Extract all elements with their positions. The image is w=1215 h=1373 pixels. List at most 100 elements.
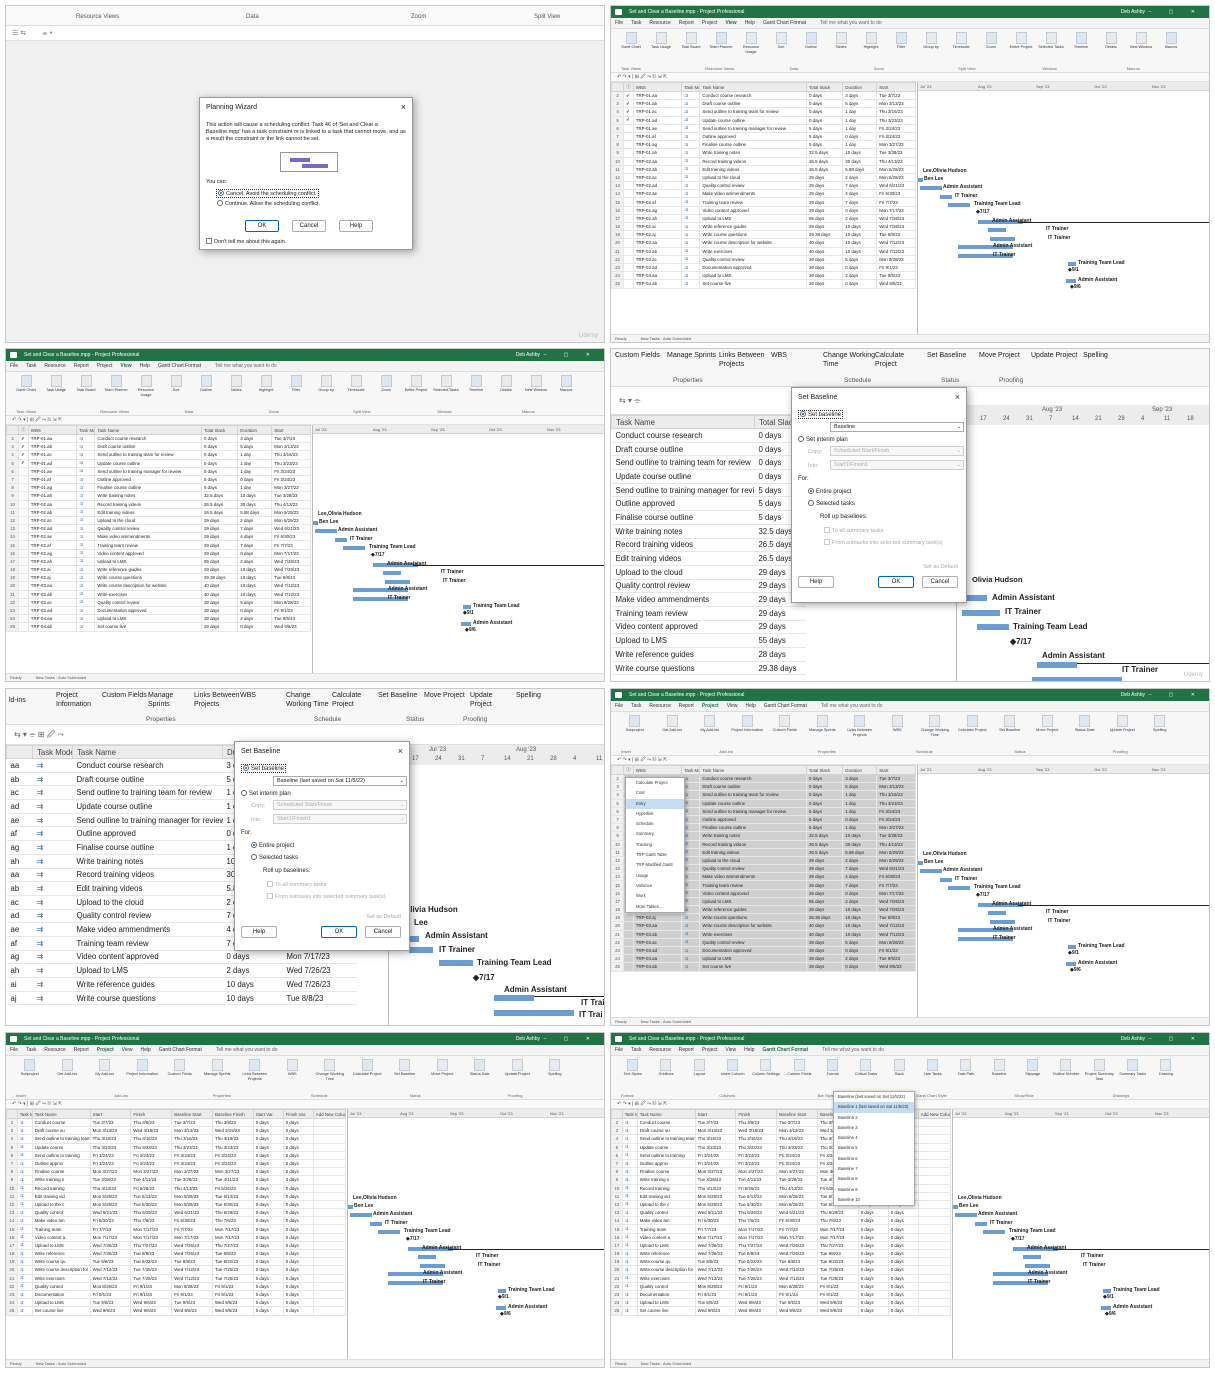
wbs-suffix[interactable]: ah bbox=[6, 854, 33, 869]
row-number[interactable]: 12 bbox=[6, 1199, 18, 1210]
task-name-cell[interactable]: Training team review bbox=[94, 540, 202, 550]
slack-cell[interactable]: 26.5 days bbox=[805, 156, 844, 166]
task-name-cell[interactable]: Update course outline bbox=[611, 469, 755, 484]
cell-bf[interactable]: Thu 7/6/23 bbox=[211, 1216, 254, 1226]
start-cell[interactable]: Mon 3/27/23 bbox=[876, 823, 916, 833]
to-all-summary-checkbox[interactable]: To all summary tasks bbox=[824, 527, 883, 534]
duration-cell[interactable]: 1 day bbox=[842, 798, 878, 808]
start-cell[interactable]: Thu 3/16/23 bbox=[876, 790, 916, 800]
column-header[interactable]: Baseline Start bbox=[171, 1109, 213, 1119]
task-name-cell[interactable]: Write course description for website bbox=[699, 238, 807, 248]
cell-sv[interactable]: 0 days bbox=[857, 1216, 889, 1226]
row-number[interactable]: 11 bbox=[611, 1191, 623, 1201]
ribbon-button-timeline[interactable]: Timeline bbox=[462, 375, 490, 405]
table-row[interactable]: 24 TRP-04.aa ⇉ Upload to LMS 28 days 2 days Tu… bbox=[611, 271, 916, 281]
filter-icon[interactable]: ⌯ ▾ bbox=[42, 30, 53, 37]
slack-cell[interactable]: 29 days bbox=[805, 864, 844, 874]
slack-cell[interactable]: 28 days bbox=[200, 614, 239, 624]
task-name-cell[interactable]: Write exercises bbox=[699, 246, 807, 256]
tab-view[interactable]: View bbox=[118, 1045, 137, 1055]
start-cell[interactable]: Mon 3/13/23 bbox=[271, 442, 311, 452]
task-name-cell[interactable]: Write training notes bbox=[699, 148, 807, 158]
row-number[interactable]: 23 bbox=[611, 262, 625, 273]
cell-start[interactable]: Mon 5/29/23 bbox=[89, 1199, 132, 1210]
ribbon-button-calculate-project[interactable]: Calculate Project bbox=[350, 1059, 386, 1089]
column-header[interactable]: Total Slack bbox=[200, 425, 239, 435]
tab-gantt-chart-format[interactable]: Gantt Chart Format bbox=[759, 18, 810, 28]
baseline-select[interactable]: Baseline ⌄ bbox=[830, 422, 964, 432]
table-row[interactable]: 2✓TRP-01.aa⇉Conduct course research0 day… bbox=[611, 90, 916, 101]
tables-menu-item[interactable]: Cost bbox=[626, 788, 684, 798]
cell-finish[interactable]: Wed 9/6/23 bbox=[735, 1306, 778, 1316]
column-header[interactable]: Task Name bbox=[636, 1109, 696, 1119]
task-name-cell[interactable]: Quality control review bbox=[699, 181, 807, 191]
slack-cell[interactable]: 5 days bbox=[805, 814, 844, 825]
wbs-cell[interactable]: TRP-02.aa bbox=[27, 499, 78, 509]
cell-start[interactable]: Mon 8/28/23 bbox=[89, 1281, 132, 1291]
cell-bs[interactable]: Fri 3/24/23 bbox=[171, 1150, 213, 1160]
start-cell[interactable]: Mon 5/29/23 bbox=[271, 515, 311, 526]
task-name-cell[interactable]: Make video ammendments bbox=[611, 592, 755, 607]
row-number[interactable]: 18 bbox=[611, 1248, 623, 1259]
cell-start[interactable]: Thu 4/13/23 bbox=[89, 1183, 132, 1193]
table-row[interactable]: 12TRP-02.ac⇉Upload to the cloud29 days2 … bbox=[611, 172, 916, 183]
start-cell[interactable]: Tue 3/7/23 bbox=[876, 90, 916, 101]
cell-finish[interactable]: Thu 3/16/23 bbox=[130, 1134, 173, 1144]
task-name-cell[interactable]: Record training videos bbox=[94, 499, 202, 509]
task-name-cell[interactable]: Upload to LMS bbox=[611, 633, 755, 648]
cell-start[interactable]: Wed 7/26/23 bbox=[694, 1240, 737, 1251]
wbs-cell[interactable]: TRP-04.ab bbox=[27, 622, 78, 632]
task-name-cell[interactable]: Record training videos bbox=[699, 156, 807, 166]
row-number[interactable]: 13 bbox=[611, 864, 625, 874]
start-cell[interactable]: Wed 7/26/23 bbox=[876, 213, 916, 224]
column-header[interactable]: Total Slack bbox=[805, 765, 844, 775]
wbs-cell[interactable]: TRP-02.ai bbox=[27, 564, 78, 575]
task-name-cell[interactable]: Upload to LMS bbox=[699, 213, 807, 224]
row-number[interactable]: 12 bbox=[6, 515, 20, 526]
task-name-cell[interactable]: Send outline to training team for review bbox=[699, 107, 807, 117]
cell-name[interactable]: Record training bbox=[636, 1183, 696, 1193]
table-row[interactable]: 13 ⇉ Quality control Wed 6/21/23 Thu 6/29/23… bbox=[611, 1208, 952, 1218]
ribbon-button-set-baseline[interactable]: Set Baseline bbox=[992, 715, 1028, 745]
task-name-cell[interactable]: Video content approved bbox=[699, 888, 807, 898]
table-row[interactable]: 24 TRP-04.aa ⇉ Upload to LMS 28 days 2 days Tu… bbox=[611, 954, 916, 964]
slack-cell[interactable]: 0 days bbox=[200, 442, 239, 452]
row-number[interactable]: 6 bbox=[611, 123, 625, 133]
slack-cell[interactable]: 40 days bbox=[805, 238, 844, 248]
cell-bf[interactable]: Thu 6/29/23 bbox=[816, 1208, 859, 1218]
duration-cell[interactable]: 3 days bbox=[842, 773, 878, 784]
ribbon-button-custom-fields[interactable]: Custom Fields bbox=[102, 691, 148, 700]
cell-bf[interactable]: Fri 3/24/23 bbox=[211, 1158, 254, 1169]
wbs-suffix[interactable]: ag bbox=[6, 840, 33, 855]
ribbon-button-format[interactable]: Format bbox=[817, 1059, 848, 1089]
cell-bf[interactable]: Fri 9/1/23 bbox=[211, 1281, 254, 1291]
task-name-cell[interactable]: Make video ammendments bbox=[699, 872, 807, 882]
start-cell[interactable]: Fri 9/1/23 bbox=[876, 262, 916, 273]
baseline-menu-item[interactable]: Baseline (last saved on Sat 11/5/22) bbox=[834, 1092, 914, 1102]
task-name-cell[interactable]: Set course live bbox=[94, 622, 202, 632]
wbs-cell[interactable]: TRP-03.ac bbox=[632, 937, 683, 947]
table-row[interactable]: 15 ⇉ Training team Fri 7/7/23 Mon 7/17/23 Fri… bbox=[611, 1224, 952, 1234]
tab-file[interactable]: File bbox=[611, 18, 627, 28]
cell-finish[interactable]: Tue 8/8/23 bbox=[735, 1248, 778, 1259]
start-cell[interactable]: Mon 7/17/23 bbox=[876, 205, 916, 215]
task-name-cell[interactable]: Send outline to training team for review bbox=[699, 790, 807, 800]
cell-sv[interactable]: 0 days bbox=[857, 1257, 889, 1267]
row-number[interactable]: 21 bbox=[6, 1273, 18, 1283]
task-name-cell[interactable]: Send outline to training manager for rev… bbox=[699, 806, 807, 816]
row-number[interactable]: 7 bbox=[6, 474, 20, 485]
duration-cell[interactable]: 1 day bbox=[237, 458, 273, 468]
duration-cell[interactable]: 1 day bbox=[842, 140, 878, 150]
cell-name[interactable]: Edit training vid bbox=[31, 1191, 91, 1201]
cell-finish[interactable]: Fri 3/24/23 bbox=[130, 1150, 173, 1160]
column-header[interactable]: Task Mode bbox=[32, 745, 73, 759]
outline-icon[interactable]: ☰ ⇆ bbox=[12, 30, 26, 37]
duration-cell[interactable]: 0 days bbox=[842, 945, 878, 956]
duration-cell[interactable]: 10 days bbox=[842, 230, 878, 240]
cell-sv[interactable]: 0 days bbox=[857, 1306, 889, 1316]
wbs-cell[interactable]: TRP-01.ah bbox=[27, 491, 78, 501]
window-controls[interactable]: – ▢ ✕ bbox=[544, 349, 598, 361]
cell-name[interactable]: Write reference bbox=[636, 1248, 696, 1259]
wbs-cell[interactable]: TRP-02.ah bbox=[632, 213, 683, 224]
wbs-suffix[interactable]: af bbox=[6, 826, 33, 842]
